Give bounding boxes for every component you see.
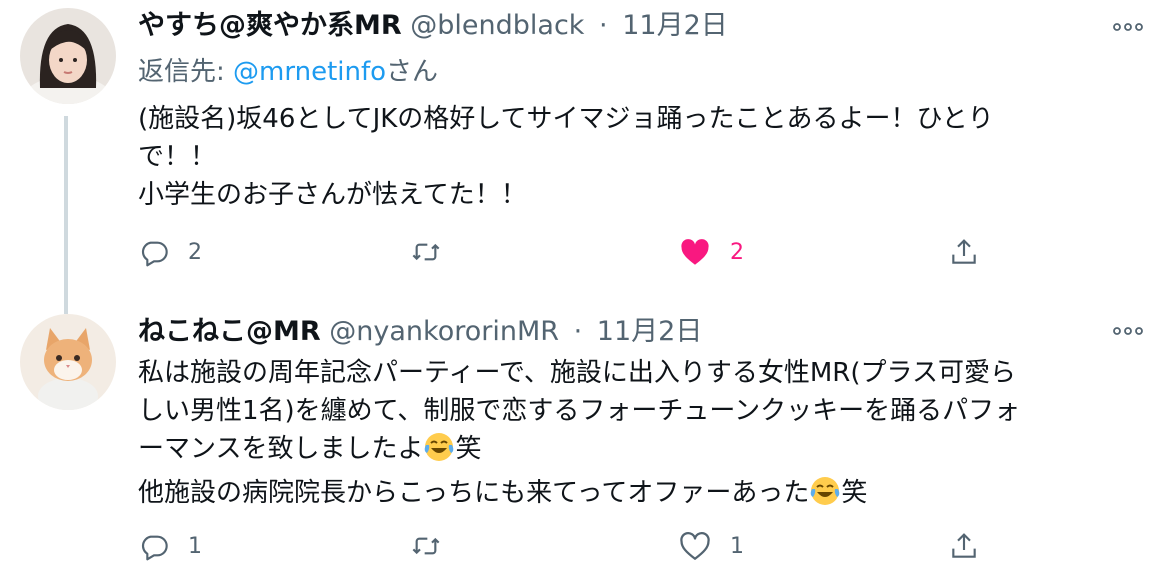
tweet-text-line: で！！ xyxy=(138,142,217,172)
tweet-date[interactable]: 11月2日 xyxy=(622,10,728,41)
reply-icon xyxy=(141,241,168,267)
tweet-text-line: しい男性1名)を纏めて、制服で恋するフォーチューンクッキーを踊るパフォ xyxy=(138,396,1021,426)
share-button[interactable] xyxy=(948,232,980,272)
tweet-text-segment: ーマンスを致しましたよ xyxy=(138,434,424,464)
retweet-button[interactable] xyxy=(410,526,460,566)
thread-line xyxy=(64,300,68,314)
avatar[interactable] xyxy=(20,8,116,104)
tweet-text-line: 小学生のお子さんが怯えてた！！ xyxy=(138,180,527,210)
reply-count: 1 xyxy=(188,533,202,559)
tweet[interactable]: ねこねこ@MR @nyankororinMR · 11月2日 私は施設の周年記念… xyxy=(0,300,1174,564)
more-button[interactable] xyxy=(1108,12,1148,42)
reply-button[interactable]: 1 xyxy=(138,526,202,566)
tweet-text: (施設名)坂46としてJKの格好してサイマジョ踊ったことあるよー！ひとり で！！… xyxy=(138,100,1148,214)
tweet-header: やすち@爽やか系MR @blendblack · 11月2日 xyxy=(138,6,728,46)
like-button[interactable]: 2 xyxy=(678,232,744,272)
avatar-image xyxy=(20,8,116,104)
reply-prefix: 返信先: xyxy=(138,57,234,87)
heart-icon xyxy=(681,239,709,265)
reply-mention-link[interactable]: @mrnetinfo xyxy=(233,57,386,87)
user-handle[interactable]: @nyankororinMR xyxy=(329,316,559,347)
retweet-icon xyxy=(412,537,440,555)
tweet-text: 私は施設の周年記念パーティーで、施設に出入りする女性MR(プラス可愛ら しい男性… xyxy=(138,354,1148,518)
separator-dot: · xyxy=(599,10,608,41)
user-handle[interactable]: @blendblack xyxy=(410,10,584,41)
share-icon xyxy=(952,533,976,558)
tweet-date[interactable]: 11月2日 xyxy=(597,316,703,347)
like-button[interactable]: 1 xyxy=(678,526,744,566)
reply-context: 返信先: @mrnetinfoさん xyxy=(138,52,438,92)
tweet-text-segment: 笑 xyxy=(455,434,482,464)
reply-button[interactable]: 2 xyxy=(138,232,202,272)
share-icon xyxy=(952,239,976,264)
more-button[interactable] xyxy=(1108,316,1148,346)
tweet-text-line: (施設名)坂46としてJKの格好してサイマジョ踊ったことあるよー！ひとり xyxy=(138,104,994,134)
share-button[interactable] xyxy=(948,526,980,566)
display-name[interactable]: ねこねこ@MR xyxy=(138,316,321,347)
separator-dot: · xyxy=(573,316,583,347)
tweet-text-line: ーマンスを致しましたよ 笑 xyxy=(138,430,1148,474)
tweet-header: ねこねこ@MR @nyankororinMR · 11月2日 xyxy=(138,312,702,352)
thread-line xyxy=(64,116,68,300)
reply-count: 2 xyxy=(188,239,202,265)
tweet[interactable]: やすち@爽やか系MR @blendblack · 11月2日 返信先: @mrn… xyxy=(0,0,1174,300)
tweet-text-segment: 笑 xyxy=(841,478,868,508)
avatar-image xyxy=(20,314,116,410)
face-with-tears-of-joy-emoji xyxy=(809,475,841,518)
reply-suffix: さん xyxy=(386,57,439,87)
tweet-actions: 2 2 xyxy=(138,232,1148,272)
like-count: 2 xyxy=(730,239,744,265)
reply-icon xyxy=(141,535,168,561)
display-name[interactable]: やすち@爽やか系MR xyxy=(138,10,402,41)
tweet-text-line: 他施設の病院院長からこっちにも来てってオファーあった 笑 xyxy=(138,474,1148,518)
face-with-tears-of-joy-emoji xyxy=(423,431,455,474)
more-icon xyxy=(1113,327,1143,335)
more-icon xyxy=(1113,23,1143,31)
like-count: 1 xyxy=(730,533,744,559)
retweet-icon xyxy=(412,243,440,261)
avatar[interactable] xyxy=(20,314,116,410)
tweet-actions: 1 1 xyxy=(138,526,1148,566)
tweet-text-segment: 他施設の病院院長からこっちにも来てってオファーあった xyxy=(138,478,810,508)
retweet-button[interactable] xyxy=(410,232,460,272)
heart-icon xyxy=(680,531,710,560)
tweet-text-line: 私は施設の周年記念パーティーで、施設に出入りする女性MR(プラス可愛ら xyxy=(138,358,1016,388)
